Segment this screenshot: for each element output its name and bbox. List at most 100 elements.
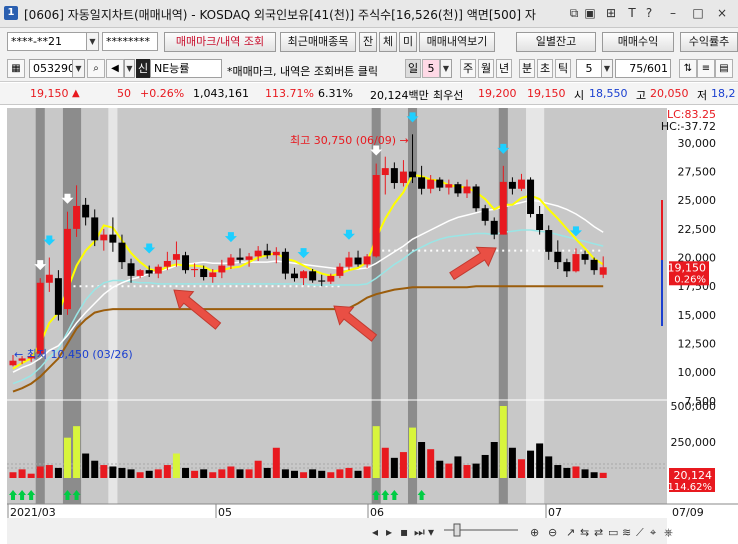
candle-body	[445, 184, 453, 188]
chart-tool-icon[interactable]: ⌖	[650, 526, 656, 539]
account-dropdown-icon[interactable]: ▼	[86, 32, 99, 51]
x-axis-label: 2021/03	[10, 506, 56, 519]
indicator-icon[interactable]: ≡	[697, 59, 715, 78]
compare-icon[interactable]: ⇅	[679, 59, 697, 78]
period-minute-tab[interactable]: 분	[519, 59, 535, 78]
unexecuted-button[interactable]: 미	[399, 32, 417, 52]
candle-body	[182, 255, 190, 271]
yield-button[interactable]: 수익률추	[680, 32, 738, 52]
period-value-field[interactable]: 5	[422, 59, 440, 78]
playback-control-icon[interactable]: ▪	[400, 525, 408, 539]
volume-bar	[372, 426, 380, 478]
daily-balance-button[interactable]: 일별잔고	[516, 32, 596, 52]
volume-bar	[272, 447, 280, 478]
quote-bar: 19,150 ▲ 50 +0.26% 1,043,161 113.71% 6.3…	[0, 83, 738, 105]
chart-tool-icon[interactable]: ↗	[566, 526, 575, 539]
stock-code-dropdown-icon[interactable]: ▼	[72, 59, 85, 78]
chart-tool-icon[interactable]: ≋	[622, 526, 631, 539]
settings-icon[interactable]: ▦	[7, 59, 25, 78]
split-icon[interactable]: ▣	[582, 5, 598, 21]
volume-bar	[554, 465, 562, 478]
volume-bar	[354, 470, 362, 478]
candle-body	[100, 234, 108, 241]
candle-body	[245, 256, 253, 260]
password-field[interactable]: ********	[102, 32, 158, 51]
trade-marks-query-button[interactable]: 매매마크/내역 조회	[164, 32, 276, 52]
volume-bar	[300, 472, 308, 478]
volume-bar	[109, 466, 117, 478]
candle-body	[517, 179, 525, 189]
candle-body	[327, 275, 335, 282]
search-icon[interactable]: ⌕	[87, 59, 105, 78]
tick-dropdown-icon[interactable]: ▼	[601, 59, 613, 78]
period-tick-tab[interactable]: 틱	[555, 59, 571, 78]
last-volume-pct: 114.62%	[668, 482, 713, 493]
minimize-icon[interactable]: –	[665, 5, 681, 21]
maximize-icon[interactable]: □	[690, 5, 706, 21]
candlestick-chart[interactable]: 30,00027,50025,00022,50020,00017,50015,0…	[0, 106, 738, 544]
candle-body	[581, 254, 589, 260]
volume-bar	[27, 473, 35, 478]
chart-tool-icon[interactable]: ⎈	[664, 526, 673, 539]
chart-type-icon[interactable]: ▤	[715, 59, 733, 78]
volume-bar	[136, 472, 144, 478]
candle-body	[354, 257, 362, 265]
chart-tool-icon[interactable]: ⇆	[580, 526, 589, 539]
low-price: 18,2	[711, 87, 736, 100]
playback-control-icon[interactable]: ▸	[386, 525, 392, 539]
volume-bar	[91, 460, 99, 478]
open-label: 시	[574, 89, 585, 102]
chart-tool-icon[interactable]: ▭	[608, 526, 618, 539]
highlight-band	[108, 108, 118, 504]
account-number-field[interactable]: ****-**21	[7, 32, 87, 51]
period-second-tab[interactable]: 초	[537, 59, 553, 78]
period-month-tab[interactable]: 월	[478, 59, 494, 78]
playback-control-icon[interactable]: ◂	[372, 525, 378, 539]
volume-bar	[445, 463, 453, 478]
restore-icon[interactable]: ⧉	[566, 5, 582, 21]
open-price: 18,550	[589, 87, 628, 100]
chart-tool-icon[interactable]: ⇄	[594, 526, 603, 539]
volume-bar	[517, 459, 525, 478]
volume-bar	[599, 472, 607, 478]
candle-body	[209, 272, 217, 278]
volume-bar	[200, 469, 208, 478]
playback-control-icon[interactable]: ⏭	[414, 525, 425, 539]
chart-tool-icon[interactable]: ⊖	[548, 526, 557, 539]
volume-bar	[508, 447, 516, 478]
execution-button[interactable]: 체	[379, 32, 397, 52]
period-dropdown-icon[interactable]: ▼	[440, 59, 452, 78]
period-week-tab[interactable]: 주	[460, 59, 476, 78]
candle-body	[290, 273, 298, 279]
trade-profit-button[interactable]: 매매수익	[602, 32, 674, 52]
recent-items-button[interactable]: 최근매매종목	[280, 32, 356, 52]
sound-dropdown-icon[interactable]: ▼	[124, 59, 135, 78]
text-icon[interactable]: T	[624, 5, 640, 21]
tick-value-field[interactable]: 5	[576, 59, 602, 78]
trade-history-button[interactable]: 매매내역보기	[419, 32, 495, 52]
stock-code-field[interactable]: 053290	[29, 59, 73, 78]
turnover-rate: 6.31%	[318, 87, 353, 100]
balance-button[interactable]: 잔	[359, 32, 377, 52]
volume-bar	[182, 467, 190, 478]
candle-body	[399, 171, 407, 184]
zoom-slider-thumb[interactable]	[453, 523, 461, 537]
volume-bar	[381, 447, 389, 478]
window-title: [0606] 자동일지차트(매매내역) - KOSDAQ 외국인보유[41(천)…	[24, 8, 536, 22]
volume-bar	[145, 470, 153, 478]
chart-tool-icon[interactable]: ⟋	[636, 526, 644, 539]
close-icon[interactable]: ×	[714, 5, 730, 21]
candle-body	[536, 213, 544, 231]
volume-bar	[581, 469, 589, 478]
period-year-tab[interactable]: 년	[496, 59, 512, 78]
volume-bar	[536, 443, 544, 478]
help-icon[interactable]: ?	[641, 5, 657, 21]
stock-name-field[interactable]: NE능률	[150, 59, 222, 78]
chart-tool-icon[interactable]: ⊕	[530, 526, 539, 539]
chart-area[interactable]: 30,000 27,500 25,000 22,500 20,000 17,500 15,0…	[0, 106, 738, 544]
period-day-tab[interactable]: 일	[405, 59, 421, 78]
sound-icon[interactable]: ◀	[106, 59, 124, 78]
count-field[interactable]: 75/601	[615, 59, 671, 78]
grid-icon[interactable]: ⊞	[603, 5, 619, 21]
playback-control-icon[interactable]: ▾	[428, 525, 434, 539]
